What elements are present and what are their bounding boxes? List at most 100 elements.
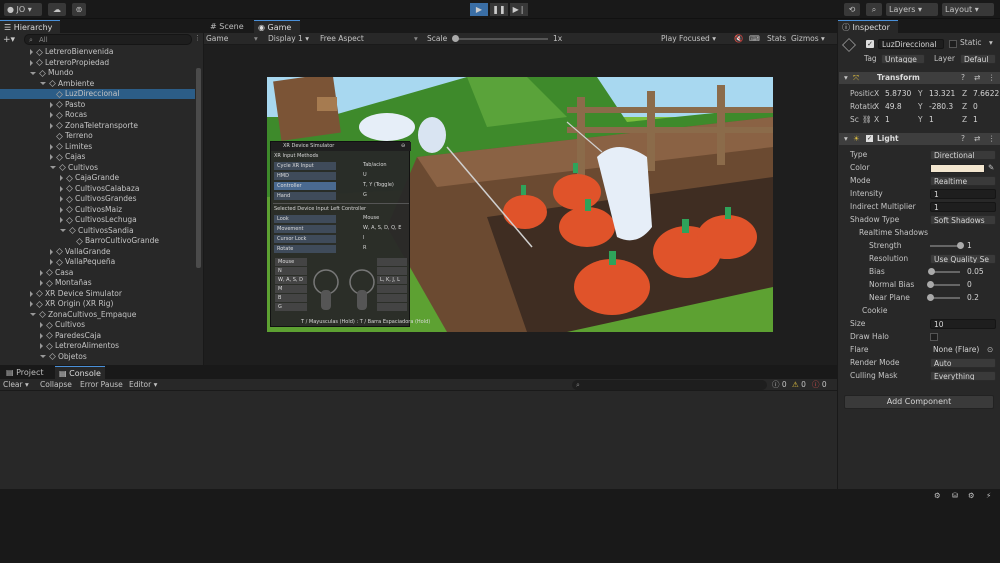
hierarchy-scrollbar[interactable] xyxy=(196,68,201,268)
hierarchy-item[interactable]: ZonaCultivos_Empaque xyxy=(0,310,195,320)
flare-object-field[interactable]: None (Flare) xyxy=(930,345,986,355)
hierarchy-item[interactable]: VallaGrande xyxy=(0,247,195,257)
hierarchy-item[interactable]: Cultivos xyxy=(0,320,195,330)
collapse-arrow-icon[interactable] xyxy=(60,175,63,181)
shadow-prop-dropdown[interactable]: Use Quality Se xyxy=(930,254,996,264)
hierarchy-item[interactable]: Objetos xyxy=(0,352,195,362)
shadow-prop-value[interactable]: 0.05 xyxy=(964,267,996,277)
static-checkbox[interactable] xyxy=(949,40,957,48)
hierarchy-item[interactable]: Ambiente xyxy=(0,79,195,89)
error-pause-button[interactable]: Error Pause xyxy=(80,380,123,390)
layers-dropdown[interactable]: Layers ▾ xyxy=(886,3,938,16)
tag-dropdown[interactable]: Untagge xyxy=(881,54,925,64)
hierarchy-item[interactable]: Terreno xyxy=(0,131,195,141)
collapse-arrow-icon[interactable] xyxy=(30,301,33,307)
preset-icon[interactable]: ⇄ xyxy=(974,134,980,144)
add-button[interactable]: +▾ xyxy=(3,35,17,45)
eyedropper-icon[interactable]: ✎ xyxy=(988,163,994,173)
hierarchy-item[interactable]: CultivosSandia xyxy=(0,226,195,236)
collapse-arrow-icon[interactable] xyxy=(50,154,53,160)
transform-scl-x-field[interactable]: 1 xyxy=(882,115,916,125)
hierarchy-item[interactable]: Mundo xyxy=(0,68,195,78)
collapse-arrow-icon[interactable] xyxy=(40,332,43,339)
shadow-slider-track[interactable] xyxy=(930,284,960,286)
warning-count[interactable]: ⚠ 0 xyxy=(792,380,806,390)
expand-arrow-icon[interactable]: ▾ xyxy=(844,134,848,144)
hierarchy-item[interactable]: Cultivos xyxy=(0,163,195,173)
tab-hierarchy[interactable]: ☰ Hierarchy xyxy=(0,20,60,33)
layer-dropdown[interactable]: Defaul xyxy=(960,54,996,64)
add-component-button[interactable]: Add Component xyxy=(844,395,994,409)
shadow-prop-value[interactable]: 1 xyxy=(964,241,996,251)
account-dropdown[interactable]: ● JO ▾ xyxy=(4,3,42,16)
hierarchy-item[interactable]: LetreroAlimentos xyxy=(0,341,195,351)
cloud-icon[interactable]: ☁ xyxy=(48,3,66,16)
tab-inspector[interactable]: ⓘ Inspector xyxy=(838,20,898,33)
shadow-slider-thumb[interactable] xyxy=(957,242,964,249)
collapse-arrow-icon[interactable] xyxy=(50,101,53,108)
collapse-arrow-icon[interactable] xyxy=(50,259,53,265)
hierarchy-search-input[interactable]: ⌕ All xyxy=(24,34,192,45)
hierarchy-item[interactable]: Pasto xyxy=(0,100,195,110)
collapse-arrow-icon[interactable] xyxy=(60,196,63,202)
transform-rot-z-field[interactable]: 0 xyxy=(970,102,1000,112)
collapse-arrow-icon[interactable] xyxy=(50,143,53,150)
light-prop-dropdown[interactable]: Realtime xyxy=(930,176,996,186)
expand-arrow-icon[interactable] xyxy=(60,229,66,232)
layout-dropdown[interactable]: Layout ▾ xyxy=(942,3,994,16)
xr-selected-button[interactable]: Cursor Lock xyxy=(274,235,336,243)
editor-dropdown[interactable]: Editor ▾ xyxy=(129,380,157,390)
object-name-field[interactable]: LuzDireccional xyxy=(878,39,944,49)
scale-slider-thumb[interactable] xyxy=(452,35,459,42)
shadow-slider-thumb[interactable] xyxy=(927,294,934,301)
cache-icon[interactable]: ⛁ xyxy=(952,491,958,501)
active-checkbox[interactable]: ✓ xyxy=(866,40,874,48)
collapse-arrow-icon[interactable] xyxy=(40,269,43,276)
light-prop-dropdown[interactable]: Everything xyxy=(930,371,996,381)
tab-console[interactable]: ▤ Console xyxy=(55,366,105,379)
expand-arrow-icon[interactable] xyxy=(40,355,46,358)
tab-project[interactable]: ▤ Project xyxy=(2,366,52,379)
xr-method-button[interactable]: Hand xyxy=(274,192,336,200)
light-prop-dropdown[interactable]: Auto xyxy=(930,358,996,368)
hierarchy-item[interactable]: CajaGrande xyxy=(0,173,195,183)
aspect-dropdown[interactable]: Free Aspect xyxy=(320,34,364,44)
step-button[interactable]: ▶❘ xyxy=(510,3,528,16)
play-button[interactable]: ▶ xyxy=(470,3,488,16)
gizmos-dropdown[interactable]: Gizmos ▾ xyxy=(791,34,825,44)
collapse-arrow-icon[interactable] xyxy=(60,185,63,192)
transform-pos-y-field[interactable]: 13.321 xyxy=(926,89,960,99)
collapse-arrow-icon[interactable] xyxy=(30,49,33,55)
xr-selected-button[interactable]: Rotate xyxy=(274,245,336,253)
transform-scl-y-field[interactable]: 1 xyxy=(926,115,960,125)
progress-icon[interactable]: ⚡ xyxy=(986,491,991,501)
collapse-arrow-icon[interactable] xyxy=(60,206,63,213)
tab-scene[interactable]: # Scene xyxy=(206,20,252,33)
object-picker-icon[interactable]: ⊙ xyxy=(987,345,993,355)
hierarchy-item[interactable]: BarroCultivoGrande xyxy=(0,236,195,246)
hierarchy-item[interactable]: CultivosLechuga xyxy=(0,215,195,225)
collapse-arrow-icon[interactable] xyxy=(30,59,33,66)
game-viewport[interactable]: XR Device Simulator ⊖ XR Input Methods S… xyxy=(267,77,773,332)
preset-icon[interactable]: ⇄ xyxy=(974,73,980,83)
collapse-arrow-icon[interactable] xyxy=(60,217,63,223)
expand-arrow-icon[interactable]: ▾ xyxy=(844,73,848,83)
play-focused-dropdown[interactable]: Play Focused ▾ xyxy=(661,34,716,44)
hierarchy-item[interactable]: Montañas xyxy=(0,278,195,288)
hierarchy-item[interactable]: XR Device Simulator xyxy=(0,289,195,299)
display-dropdown[interactable]: Display 1 ▾ xyxy=(268,34,309,44)
help-icon[interactable]: ? xyxy=(961,134,965,144)
hierarchy-item[interactable]: Rocas xyxy=(0,110,195,120)
hierarchy-item[interactable]: LuzDireccional xyxy=(0,89,195,99)
expand-arrow-icon[interactable] xyxy=(30,71,36,75)
build-icon[interactable]: ⚙ xyxy=(934,491,941,501)
light-enabled-checkbox[interactable]: ✓ xyxy=(866,135,873,142)
collapse-arrow-icon[interactable] xyxy=(50,112,53,118)
stats-button[interactable]: Stats xyxy=(767,34,786,44)
xr-method-button[interactable]: HMD xyxy=(274,172,336,180)
info-count[interactable]: ⓘ 0 xyxy=(772,380,787,390)
light-prop-field[interactable]: 1 xyxy=(930,189,996,199)
hierarchy-item[interactable]: Cajas xyxy=(0,152,195,162)
transform-pos-x-field[interactable]: 5.8730 xyxy=(882,89,916,99)
collapse-arrow-icon[interactable] xyxy=(40,343,43,349)
